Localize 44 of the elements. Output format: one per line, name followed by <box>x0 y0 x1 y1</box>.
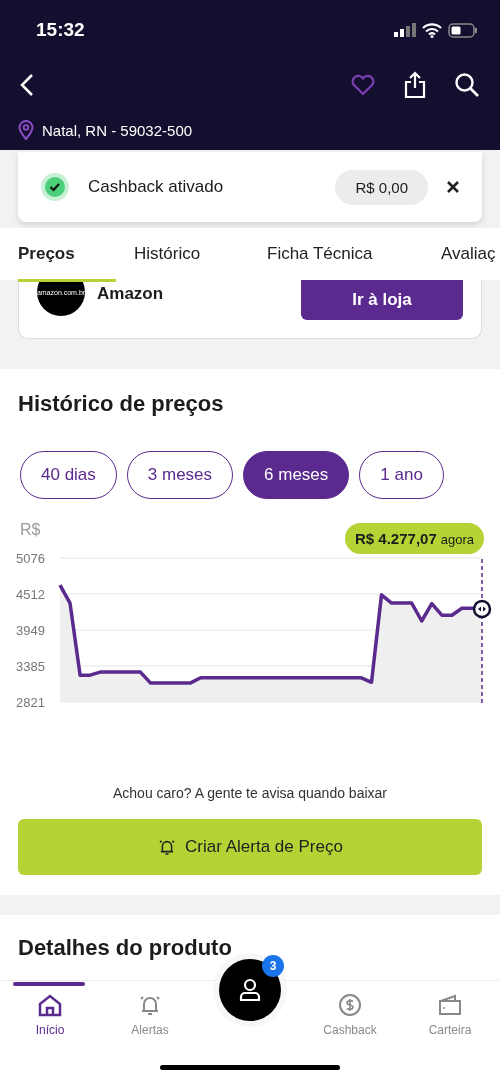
nav-tab[interactable]: Cashback <box>300 981 400 1038</box>
tab[interactable]: Ficha Técnica <box>267 228 441 280</box>
wifi-icon <box>422 22 442 38</box>
search-icon[interactable] <box>454 72 480 98</box>
alert-hint: Achou caro? A gente te avisa quando baixar <box>112 785 388 801</box>
nav-tab[interactable]: Carteira <box>400 981 500 1038</box>
section-title: Histórico de preços <box>18 391 225 417</box>
share-icon[interactable] <box>404 71 426 99</box>
tooltip-time: agora <box>440 532 474 547</box>
create-alert-button[interactable]: Criar Alerta de Preço <box>18 819 482 875</box>
status-time: 15:32 <box>36 19 85 41</box>
drag-handle-icon[interactable] <box>472 599 492 619</box>
tab[interactable]: Histórico <box>134 228 267 280</box>
cashback-status: Cashback ativado <box>88 177 225 197</box>
axis-tick-label: 3385 <box>16 659 45 674</box>
store-name: Amazon <box>97 284 165 304</box>
axis-label: R$ <box>20 521 41 538</box>
close-icon[interactable] <box>446 180 460 194</box>
tab[interactable]: Avaliaç <box>441 228 500 280</box>
heart-icon[interactable] <box>350 73 376 97</box>
signal-icon <box>394 23 416 37</box>
nav-tab[interactable]: Alertas <box>100 981 200 1038</box>
go-to-store-button[interactable]: Ir à loja <box>301 280 463 320</box>
axis-tick-label: 4512 <box>16 587 45 602</box>
section-title: Detalhes do produto <box>18 935 233 961</box>
axis-tick-label: 3949 <box>16 622 45 638</box>
period-chip[interactable]: 6 meses <box>243 451 350 499</box>
axis-tick-label: 2821 <box>16 695 45 710</box>
current-price: R$ 4.277,07 <box>355 530 437 547</box>
location-pin-icon <box>18 120 34 140</box>
axis-tick-label: 5076 <box>16 551 45 566</box>
period-chip[interactable]: 1 ano <box>359 451 444 499</box>
wallet-icon <box>437 993 463 1017</box>
check-icon <box>40 172 70 202</box>
back-icon[interactable] <box>20 73 34 97</box>
home-icon <box>37 993 63 1017</box>
dollar-coin-icon <box>337 993 363 1017</box>
person-icon <box>237 977 263 1003</box>
battery-icon <box>448 22 478 38</box>
nav-tab[interactable]: Início <box>0 981 100 1038</box>
location-text[interactable]: Natal, RN - 59032-500 <box>42 121 193 139</box>
period-chip[interactable]: 40 dias <box>20 451 117 499</box>
period-chip[interactable]: 3 meses <box>126 451 234 499</box>
cashback-amount: R$ 0,00 <box>335 169 428 205</box>
